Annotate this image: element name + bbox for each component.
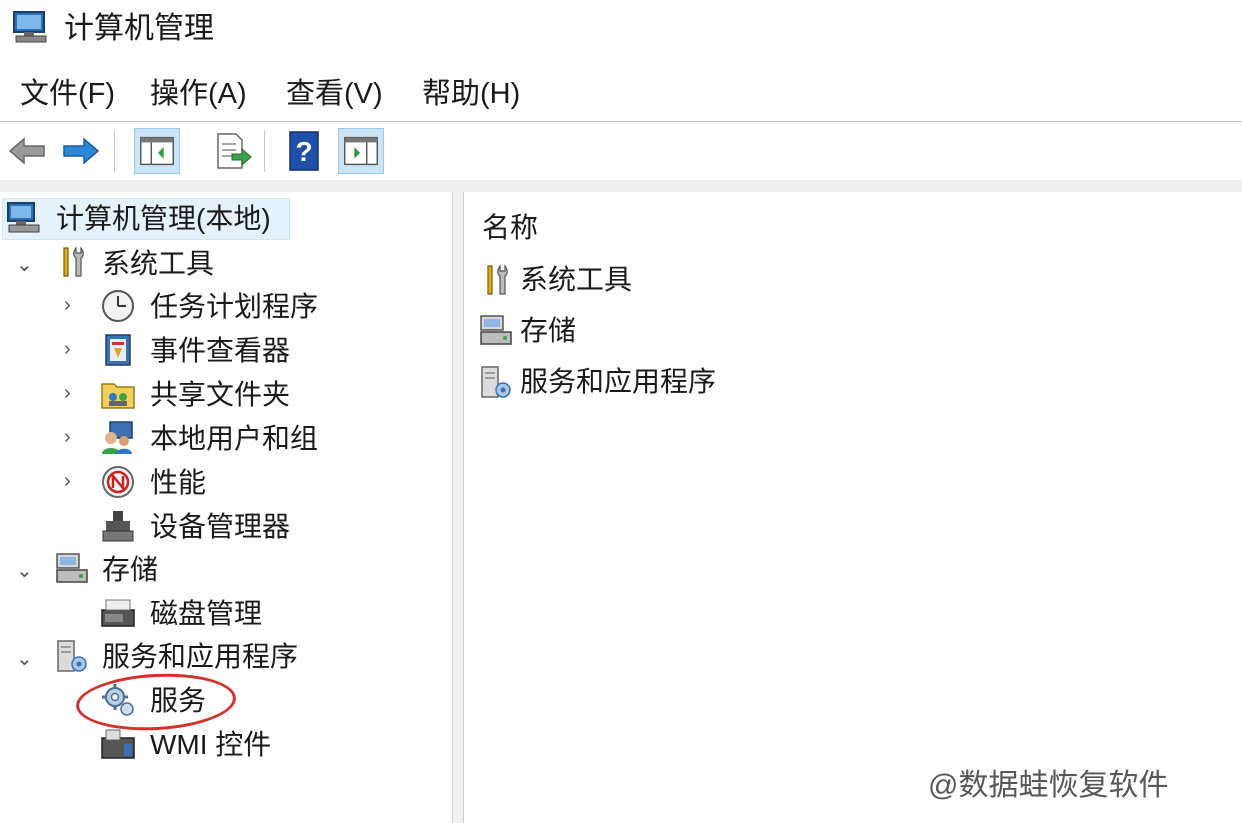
help-icon[interactable]: ? [282, 128, 328, 174]
toolbar-separator [264, 130, 265, 172]
show-console-tree-icon[interactable] [134, 128, 180, 174]
watermark: @数据蛙恢复软件 [928, 769, 1169, 802]
export-list-icon[interactable] [208, 128, 254, 174]
chevron-right-icon[interactable]: › [64, 294, 71, 317]
wmi-control-icon [101, 729, 135, 759]
show-action-pane-icon[interactable] [338, 128, 384, 174]
menu-file[interactable]: 文件(F) [18, 74, 117, 114]
title-bar: 计算机管理 [0, 0, 1242, 58]
toolbar: ? [0, 121, 1242, 181]
menu-bar: 文件(F) 操作(A) 查看(V) 帮助(H) [0, 66, 1242, 120]
list-item-services-applications[interactable]: 服务和应用程序 [480, 362, 800, 402]
list-item-storage[interactable]: 存储 [480, 311, 780, 351]
disk-management-icon [101, 599, 135, 627]
device-manager-icon [102, 511, 134, 542]
clock-icon [102, 290, 134, 322]
tree-root-label: 计算机管理(本地) [56, 203, 271, 234]
services-applications-icon [57, 640, 87, 672]
svg-text:?: ? [295, 136, 312, 167]
chevron-down-icon[interactable]: ⌄ [16, 646, 33, 671]
system-tools-icon [63, 246, 84, 277]
pane-splitter[interactable] [453, 192, 464, 823]
performance-icon [102, 466, 134, 498]
computer-management-icon [13, 11, 47, 43]
list-item-system-tools[interactable]: 系统工具 [480, 260, 780, 300]
pane-header-band [0, 180, 1242, 192]
chevron-right-icon[interactable]: › [64, 470, 71, 493]
chevron-down-icon[interactable]: ⌄ [16, 252, 33, 277]
back-arrow-icon[interactable] [4, 128, 50, 174]
forward-arrow-icon[interactable] [58, 128, 104, 174]
chevron-down-icon[interactable]: ⌄ [16, 558, 33, 583]
column-header-name[interactable]: 名称 [482, 208, 538, 248]
event-viewer-icon [105, 334, 131, 366]
menu-help[interactable]: 帮助(H) [420, 74, 522, 114]
menu-action[interactable]: 操作(A) [148, 74, 249, 114]
chevron-right-icon[interactable]: › [64, 426, 71, 449]
toolbar-separator [114, 130, 115, 172]
storage-icon [56, 553, 88, 583]
window-title: 计算机管理 [64, 12, 214, 45]
computer-management-icon [7, 202, 40, 233]
users-group-icon [102, 421, 133, 454]
menu-view[interactable]: 查看(V) [284, 74, 385, 114]
chevron-right-icon[interactable]: › [64, 338, 71, 361]
chevron-right-icon[interactable]: › [64, 382, 71, 405]
shared-folder-icon [101, 383, 135, 409]
